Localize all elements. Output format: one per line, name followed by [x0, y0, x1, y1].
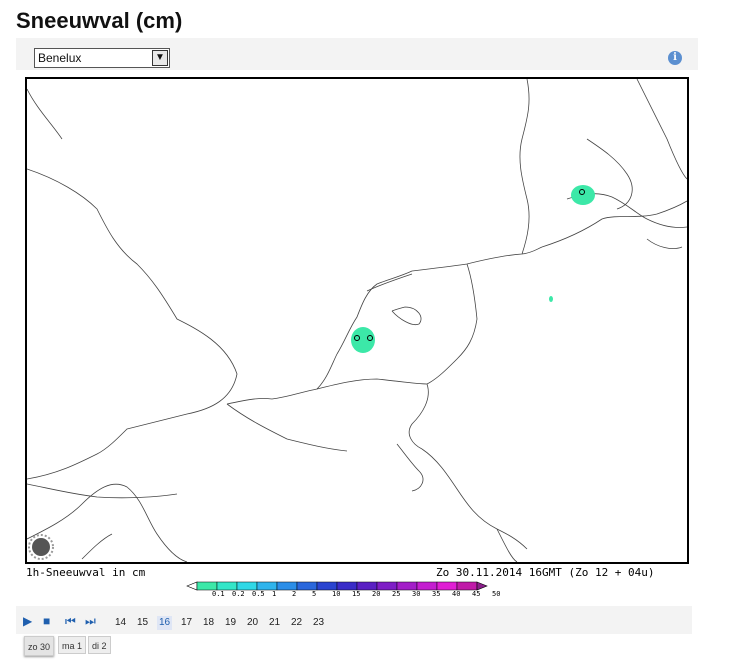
snowfall-map — [25, 77, 689, 564]
skip-forward-icon[interactable]: ⏭ — [85, 614, 96, 629]
legend-label: 0.5 — [252, 590, 265, 598]
legend-label: 25 — [392, 590, 401, 598]
coastline-great-britain-south — [27, 483, 178, 499]
border-be-de — [408, 383, 429, 450]
hour-23[interactable]: 23 — [311, 616, 326, 630]
legend-swatch — [356, 581, 378, 591]
info-icon[interactable]: i — [668, 51, 682, 65]
map-canvas — [27, 79, 687, 562]
coastline-belgium — [226, 353, 338, 405]
legend-label: 40 — [452, 590, 461, 598]
legend-swatch — [256, 581, 278, 591]
hour-21[interactable]: 21 — [267, 616, 282, 630]
map-caption-right: Zo 30.11.2014 16GMT (Zo 12 + 04u) — [436, 566, 655, 579]
legend-label: 5 — [312, 590, 317, 598]
border-be-fr — [226, 403, 348, 452]
hour-19[interactable]: 19 — [223, 616, 238, 630]
legend-swatch — [416, 581, 438, 591]
play-icon[interactable]: ▶ — [23, 614, 32, 628]
skip-back-icon[interactable]: ⏮ — [65, 614, 76, 629]
coastline-sweden — [636, 79, 687, 180]
legend-swatch — [456, 581, 478, 591]
border-nl-de — [426, 263, 478, 385]
coastline-ijsselmeer — [391, 306, 422, 326]
legend-swatch — [316, 581, 338, 591]
day-tab[interactable]: ma 1 — [58, 636, 87, 654]
chevron-down-icon[interactable]: ▼ — [152, 50, 168, 66]
hour-14[interactable]: 14 — [113, 616, 128, 630]
legend-swatch — [196, 581, 218, 591]
legend-swatch — [236, 581, 258, 591]
legend-label: 50 — [492, 590, 501, 598]
legend-label: 20 — [372, 590, 381, 598]
day-tab[interactable]: di 2 — [88, 636, 111, 654]
border-be-nl — [316, 378, 428, 390]
legend-swatch — [336, 581, 358, 591]
coastline-great-britain — [27, 168, 238, 480]
legend-swatch — [216, 581, 238, 591]
legend-label: 15 — [352, 590, 361, 598]
hour-16[interactable]: 16 — [157, 616, 173, 630]
snow-patch-denmark — [571, 185, 595, 205]
legend-label: 1 — [272, 590, 277, 598]
page-title: Sneeuwval (cm) — [16, 8, 183, 33]
legend-swatch — [276, 581, 298, 591]
legend-arrow-right — [476, 581, 488, 591]
legend-label: 0.1 — [212, 590, 225, 598]
coastline-jutland — [519, 79, 530, 255]
day-tab[interactable]: zo 30 — [24, 636, 55, 656]
hour-18[interactable]: 18 — [201, 616, 216, 630]
legend-arrow-left — [186, 581, 198, 591]
legend-swatch — [296, 581, 318, 591]
coastline-baltic-islands — [646, 238, 683, 249]
loading-icon — [28, 534, 54, 560]
legend-swatch — [436, 581, 458, 591]
map-caption-left: 1h-Sneeuwval in cm — [26, 566, 146, 579]
region-select-value: Benelux — [38, 51, 82, 65]
legend-label: 30 — [412, 590, 421, 598]
legend-label: 2 — [292, 590, 297, 598]
coastline-bretagne — [81, 533, 113, 560]
legend-label: 45 — [472, 590, 481, 598]
snow-patch-baltic — [549, 296, 553, 302]
border-de-fr — [421, 448, 528, 550]
border-lux — [396, 443, 424, 492]
hour-20[interactable]: 20 — [245, 616, 260, 630]
legend-label: 35 — [432, 590, 441, 598]
coastline-wales — [27, 88, 63, 140]
legend-swatch — [376, 581, 398, 591]
stop-icon[interactable]: ■ — [43, 614, 50, 628]
legend-label: 10 — [332, 590, 341, 598]
hour-22[interactable]: 22 — [289, 616, 304, 630]
region-select[interactable]: Benelux ▼ — [34, 48, 170, 68]
snowfall-patches — [351, 185, 595, 353]
hour-17[interactable]: 17 — [179, 616, 194, 630]
coastline-germany-baltic — [541, 200, 687, 248]
legend-swatch — [396, 581, 418, 591]
legend-label: 0.2 — [232, 590, 245, 598]
coastline-wadden — [366, 273, 413, 292]
hour-15[interactable]: 15 — [135, 616, 150, 630]
